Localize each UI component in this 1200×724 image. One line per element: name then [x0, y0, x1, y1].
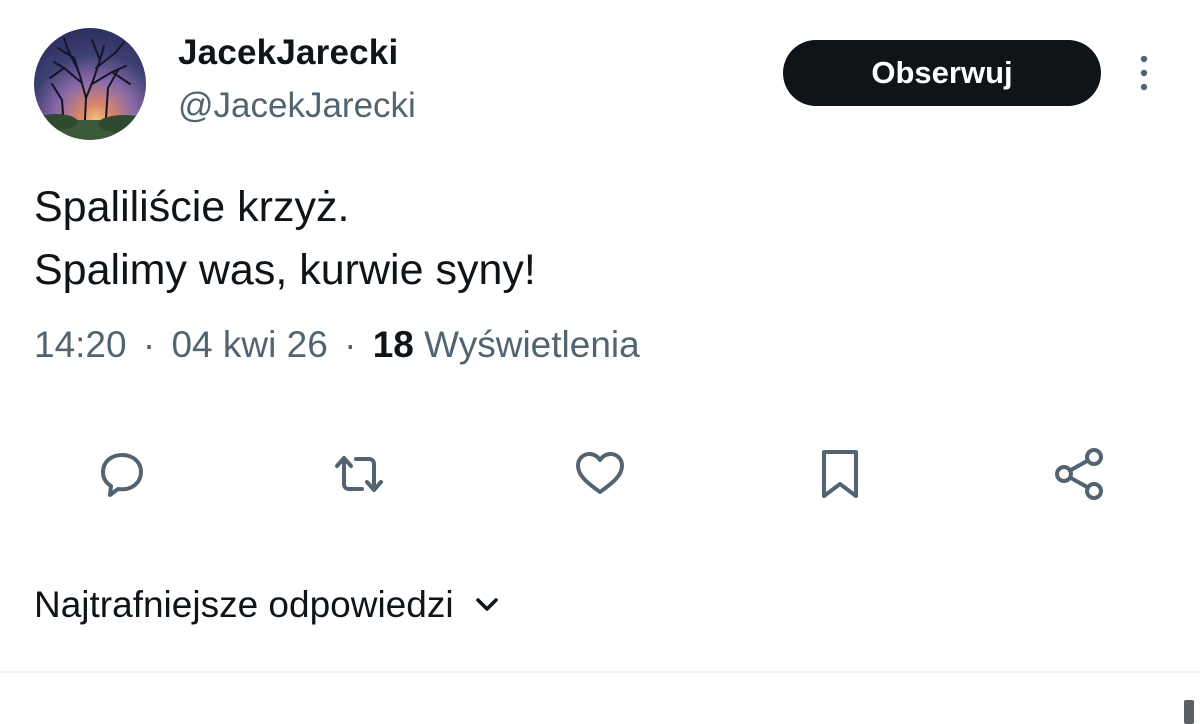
like-icon	[576, 452, 624, 494]
separator: ·	[142, 324, 156, 365]
tweet-detail: JacekJarecki @JacekJarecki Obserwuj Spal…	[0, 0, 1200, 724]
follow-button[interactable]: Obserwuj	[783, 40, 1101, 106]
tweet-text: Spaliliście krzyż. Spalimy was, kurwie s…	[34, 176, 536, 302]
scrollbar-thumb[interactable]	[1184, 700, 1194, 724]
share-button[interactable]	[1052, 446, 1108, 502]
separator: ·	[344, 324, 357, 365]
views-label: Wyświetlenia	[424, 324, 640, 365]
views-count: 18	[372, 324, 414, 365]
tweet-date[interactable]: 04 kwi 26	[171, 324, 327, 365]
avatar-tree-sunset-image	[34, 37, 146, 140]
bookmark-icon	[822, 450, 858, 498]
chevron-down-icon	[475, 598, 498, 611]
share-icon	[1055, 448, 1103, 500]
bookmark-button[interactable]	[812, 446, 868, 502]
tweet-text-line: Spalimy was, kurwie syny!	[34, 246, 536, 294]
like-button[interactable]	[572, 446, 628, 502]
more-vertical-icon[interactable]	[1128, 52, 1160, 94]
reply-icon	[101, 453, 143, 497]
tweet-text-line: Spaliliście krzyż.	[34, 183, 350, 231]
reply-button[interactable]	[94, 446, 150, 502]
replies-sort-dropdown[interactable]: Najtrafniejsze odpowiedzi	[34, 584, 502, 626]
avatar[interactable]	[34, 28, 146, 140]
author-display-name[interactable]: JacekJarecki	[178, 33, 398, 73]
author-handle[interactable]: @JacekJarecki	[178, 86, 416, 126]
tweet-metadata: 14:20 · 04 kwi 26 · 18 Wyświetlenia	[34, 324, 640, 366]
divider	[0, 671, 1200, 673]
repost-icon	[335, 456, 383, 492]
tweet-time[interactable]: 14:20	[34, 324, 127, 365]
replies-sort-label: Najtrafniejsze odpowiedzi	[34, 584, 454, 625]
repost-button[interactable]	[331, 446, 387, 502]
